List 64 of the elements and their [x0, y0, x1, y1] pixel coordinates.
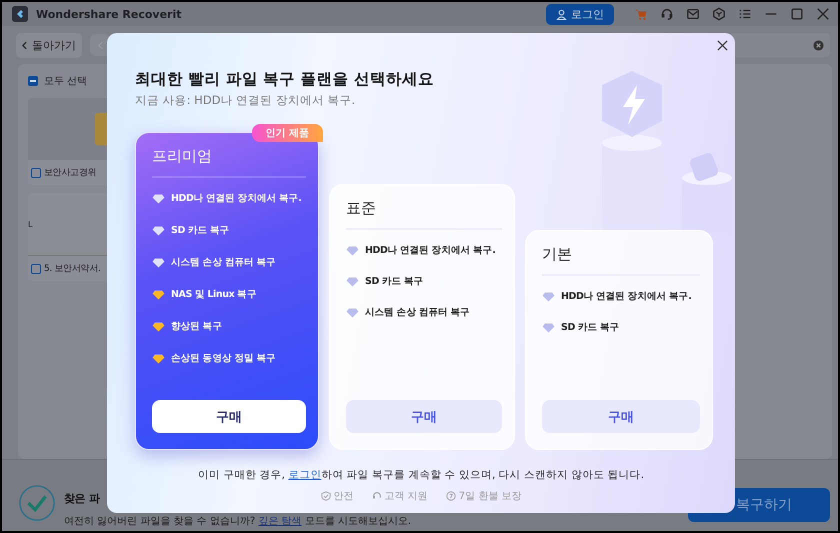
menu-icon[interactable]: [738, 7, 752, 21]
close-icon[interactable]: [717, 40, 728, 51]
file-name: 보안사고경위: [44, 167, 96, 179]
buy-button[interactable]: 구매: [152, 400, 306, 433]
feature-text: HDD나 연결된 장치에서 복구.: [365, 244, 496, 257]
file-checkbox[interactable]: [31, 168, 41, 178]
check-circle-icon: [18, 484, 56, 522]
feature-text: 시스템 손상 컴퓨터 복구: [171, 256, 276, 269]
shield-check-icon: [320, 491, 331, 501]
diamond-icon: [346, 308, 359, 318]
diamond-icon: [346, 276, 359, 286]
clear-icon[interactable]: [813, 40, 824, 50]
file-name: 5. 보안서약서.: [44, 263, 101, 275]
select-all-checkbox[interactable]: [28, 76, 38, 86]
popular-badge: 인기 제품: [252, 124, 323, 142]
feature-text: SD 카드 복구: [171, 224, 230, 237]
plan-name: 기본: [542, 231, 700, 276]
select-all-label: 모두 선택: [44, 75, 88, 88]
feature-text: SD 카드 복구: [365, 275, 424, 288]
app-logo-icon: [12, 6, 28, 22]
login-link[interactable]: 로그인: [288, 469, 322, 481]
diamond-icon: [542, 322, 555, 332]
assurance-label: 7일 환불 보장: [458, 490, 522, 503]
mail-icon[interactable]: [686, 7, 700, 21]
feature-text: 손상된 동영상 정밀 복구: [171, 352, 276, 365]
diamond-icon: [152, 290, 165, 300]
preview-text: L: [28, 220, 32, 228]
dialog-title: 최대한 빨리 파일 복구 플랜을 선택하세요: [135, 69, 435, 90]
refund-icon: [446, 491, 456, 501]
feature-text: 시스템 손상 컴퓨터 복구: [365, 306, 470, 319]
feature-text: HDD나 연결된 장치에서 복구.: [561, 290, 692, 303]
file-checkbox[interactable]: [31, 264, 41, 274]
feature-text: HDD나 연결된 장치에서 복구.: [171, 192, 302, 205]
diamond-icon: [542, 292, 555, 302]
buy-button[interactable]: 구매: [346, 400, 502, 433]
buy-button[interactable]: 구매: [542, 400, 700, 433]
diamond-icon: [152, 322, 165, 332]
assurance-label: 안전: [334, 490, 354, 503]
cube-icon[interactable]: [712, 7, 726, 21]
chevron-left-icon: [22, 40, 27, 50]
feature-text: NAS 및 Linux 복구: [171, 288, 256, 301]
diamond-icon: [152, 194, 165, 204]
diamond-icon: [152, 258, 165, 268]
status-message: 여전히 잃어버린 파일을 찾을 수 없습니까? 깊은 탐색 모드를 시도해보십시오.: [64, 515, 412, 528]
login-note: 이미 구매한 경우, 로그인하여 파일 복구를 계속할 수 있으며, 다시 스캔하지 않아도 됩니다.: [196, 468, 646, 482]
window-title: Wondershare Recoverit: [36, 8, 182, 20]
assurance-label: 고객 지원: [384, 490, 428, 503]
plan-card[interactable]: 표준 HDD나 연결된 장치에서 복구. SD 카드 복구 시스템 손상 컴퓨터 복구 구매: [329, 184, 515, 450]
user-icon: [556, 8, 567, 20]
feature-text: 향상된 복구: [171, 320, 222, 333]
search-field[interactable]: [729, 33, 830, 57]
maximize-icon[interactable]: [790, 7, 804, 21]
status-title: 찾은 파: [64, 491, 100, 506]
plan-card[interactable]: 기본 HDD나 연결된 장치에서 복구. SD 카드 복구 구매: [525, 230, 713, 450]
diamond-icon: [152, 226, 165, 236]
back-button[interactable]: 돌아가기: [16, 32, 82, 58]
headset-icon[interactable]: [660, 7, 674, 21]
feature-text: SD 카드 복구: [561, 321, 620, 334]
headset-icon: [372, 491, 382, 501]
deep-scan-link[interactable]: 깊은 탐색: [258, 516, 302, 527]
diamond-icon: [346, 246, 359, 256]
plan-name: 표준: [346, 185, 502, 230]
login-button[interactable]: 로그인: [546, 4, 614, 24]
diamond-icon: [152, 354, 165, 364]
